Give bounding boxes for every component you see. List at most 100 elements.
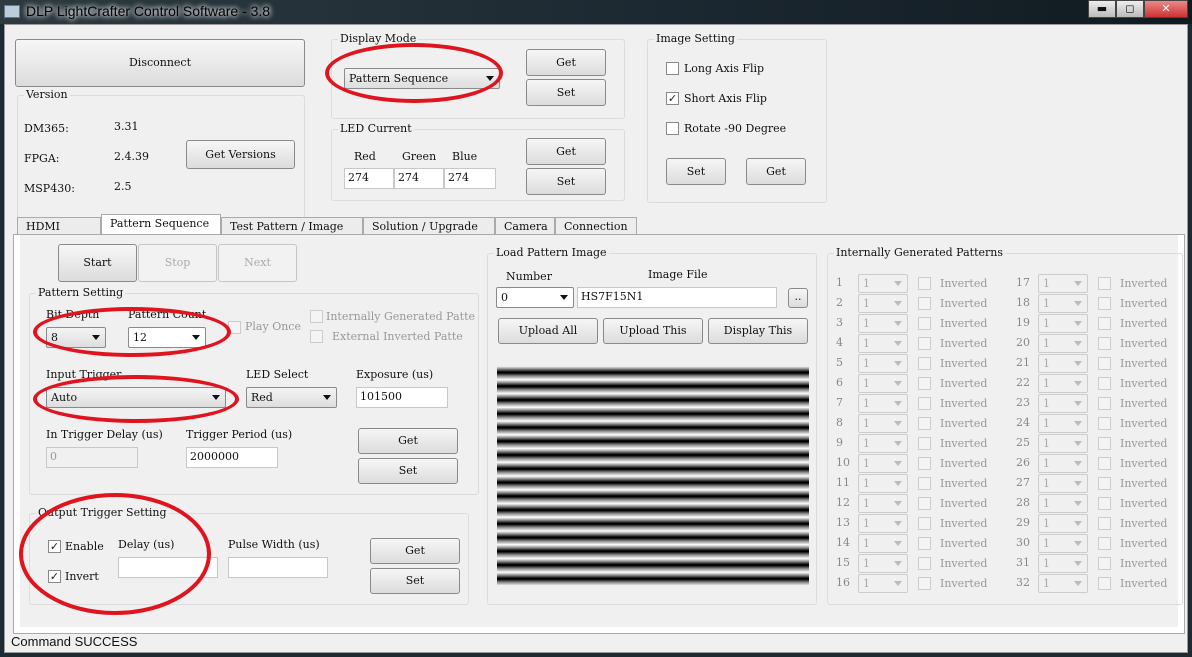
pattern-bit-select[interactable]: 1: [858, 334, 908, 353]
pattern-bit-select[interactable]: 1: [1038, 534, 1088, 553]
pattern-bit-select[interactable]: 1: [858, 534, 908, 553]
output-set-button[interactable]: Set: [370, 568, 460, 594]
red-current-input[interactable]: 274: [344, 168, 394, 189]
display-mode-set-button[interactable]: Set: [526, 79, 606, 106]
inverted-checkbox[interactable]: [918, 277, 931, 290]
display-mode-get-button[interactable]: Get: [526, 49, 606, 76]
inverted-checkbox[interactable]: [1098, 397, 1111, 410]
inverted-checkbox[interactable]: [1098, 517, 1111, 530]
display-mode-select[interactable]: Pattern Sequence: [344, 68, 500, 89]
pattern-bit-select[interactable]: 1: [1038, 494, 1088, 513]
image-get-button[interactable]: Get: [746, 158, 806, 185]
play-once-checkbox[interactable]: [228, 321, 241, 334]
led-get-button[interactable]: Get: [526, 138, 606, 165]
exposure-input[interactable]: 101500: [356, 387, 448, 408]
tab-solution-upgrade[interactable]: Solution / Upgrade: [363, 217, 495, 235]
pattern-bit-select[interactable]: 1: [1038, 454, 1088, 473]
inverted-checkbox[interactable]: [1098, 417, 1111, 430]
inverted-checkbox[interactable]: [918, 357, 931, 370]
short-axis-flip-checkbox[interactable]: ✓: [666, 92, 679, 105]
pattern-bit-select[interactable]: 1: [1038, 474, 1088, 493]
pattern-bit-select[interactable]: 1: [1038, 274, 1088, 293]
pattern-bit-select[interactable]: 1: [1038, 414, 1088, 433]
inverted-checkbox[interactable]: [918, 397, 931, 410]
inverted-checkbox[interactable]: [1098, 477, 1111, 490]
inverted-checkbox[interactable]: [1098, 537, 1111, 550]
next-button[interactable]: Next: [218, 244, 297, 282]
inverted-checkbox[interactable]: [1098, 437, 1111, 450]
inverted-checkbox[interactable]: [1098, 497, 1111, 510]
pattern-bit-select[interactable]: 1: [858, 394, 908, 413]
pattern-bit-select[interactable]: 1: [1038, 574, 1088, 593]
inverted-checkbox[interactable]: [918, 377, 931, 390]
pattern-bit-select[interactable]: 1: [858, 474, 908, 493]
inverted-checkbox[interactable]: [918, 337, 931, 350]
pattern-get-button[interactable]: Get: [358, 428, 458, 454]
pattern-bit-select[interactable]: 1: [1038, 514, 1088, 533]
inverted-checkbox[interactable]: [1098, 337, 1111, 350]
pattern-bit-select[interactable]: 1: [1038, 354, 1088, 373]
pattern-bit-select[interactable]: 1: [1038, 334, 1088, 353]
tab-camera[interactable]: Camera: [495, 217, 555, 235]
pattern-bit-select[interactable]: 1: [1038, 374, 1088, 393]
pattern-bit-select[interactable]: 1: [858, 494, 908, 513]
browse-button[interactable]: ..: [788, 288, 808, 308]
get-versions-button[interactable]: Get Versions: [186, 140, 295, 169]
in-trigger-delay-input[interactable]: 0: [46, 447, 138, 468]
tab-pattern-sequence[interactable]: Pattern Sequence: [101, 214, 221, 235]
pattern-bit-select[interactable]: 1: [858, 354, 908, 373]
disconnect-button[interactable]: Disconnect: [15, 39, 305, 87]
start-button[interactable]: Start: [58, 244, 137, 282]
led-select[interactable]: Red: [246, 387, 337, 408]
inverted-checkbox[interactable]: [1098, 297, 1111, 310]
inverted-checkbox[interactable]: [918, 497, 931, 510]
inverted-checkbox[interactable]: [918, 417, 931, 430]
blue-current-input[interactable]: 274: [444, 168, 496, 189]
upload-this-button[interactable]: Upload This: [603, 318, 703, 344]
pulse-width-input[interactable]: [228, 557, 328, 578]
inverted-checkbox[interactable]: [1098, 457, 1111, 470]
pattern-bit-select[interactable]: 1: [1038, 294, 1088, 313]
inverted-checkbox[interactable]: [918, 317, 931, 330]
inverted-checkbox[interactable]: [918, 437, 931, 450]
bit-depth-select[interactable]: 8: [46, 327, 106, 348]
image-set-button[interactable]: Set: [666, 158, 726, 185]
display-this-button[interactable]: Display This: [708, 318, 808, 344]
maximize-button[interactable]: ◻: [1116, 0, 1144, 18]
inverted-checkbox[interactable]: [1098, 577, 1111, 590]
invert-checkbox[interactable]: ✓: [48, 570, 61, 583]
inverted-checkbox[interactable]: [1098, 317, 1111, 330]
delay-input[interactable]: [118, 557, 218, 578]
inverted-checkbox[interactable]: [1098, 277, 1111, 290]
inverted-checkbox[interactable]: [918, 557, 931, 570]
pattern-bit-select[interactable]: 1: [858, 434, 908, 453]
close-button[interactable]: ✕: [1144, 0, 1188, 18]
inverted-checkbox[interactable]: [1098, 357, 1111, 370]
output-get-button[interactable]: Get: [370, 538, 460, 564]
pattern-bit-select[interactable]: 1: [858, 514, 908, 533]
pattern-bit-select[interactable]: 1: [858, 574, 908, 593]
pattern-bit-select[interactable]: 1: [1038, 394, 1088, 413]
trigger-period-input[interactable]: 2000000: [186, 447, 278, 468]
inverted-checkbox[interactable]: [918, 477, 931, 490]
pattern-bit-select[interactable]: 1: [1038, 314, 1088, 333]
pattern-bit-select[interactable]: 1: [858, 414, 908, 433]
image-file-input[interactable]: HS7F15N1: [577, 287, 777, 308]
pattern-bit-select[interactable]: 1: [858, 294, 908, 313]
upload-all-button[interactable]: Upload All: [498, 318, 598, 344]
pattern-bit-select[interactable]: 1: [858, 374, 908, 393]
tab-connection[interactable]: Connection: [555, 217, 637, 235]
pattern-bit-select[interactable]: 1: [858, 274, 908, 293]
enable-checkbox[interactable]: ✓: [48, 540, 61, 553]
green-current-input[interactable]: 274: [394, 168, 444, 189]
pattern-bit-select[interactable]: 1: [858, 314, 908, 333]
pattern-bit-select[interactable]: 1: [858, 454, 908, 473]
pattern-set-button[interactable]: Set: [358, 458, 458, 484]
led-set-button[interactable]: Set: [526, 168, 606, 195]
inverted-checkbox[interactable]: [918, 577, 931, 590]
inverted-checkbox[interactable]: [918, 457, 931, 470]
long-axis-flip-checkbox[interactable]: [666, 62, 679, 75]
stop-button[interactable]: Stop: [138, 244, 217, 282]
minimize-button[interactable]: ▬: [1088, 0, 1116, 18]
tab-hdmi-video[interactable]: HDMI Video: [17, 217, 101, 246]
